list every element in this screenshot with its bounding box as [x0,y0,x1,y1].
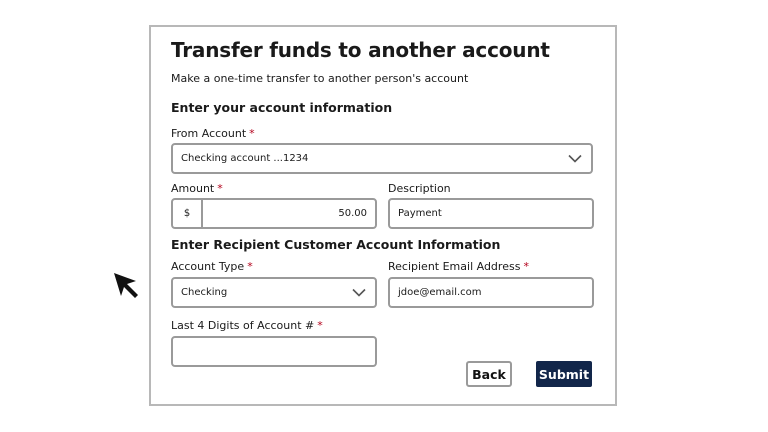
amount-value: 50.00 [338,208,367,219]
recipient-email-label: Recipient Email Address * [388,260,529,273]
required-marker: * [317,319,323,332]
currency-prefix: $ [173,200,203,227]
from-account-label: From Account * [171,127,255,140]
from-account-value: Checking account ...1234 [181,153,309,164]
required-marker: * [247,260,253,273]
chevron-down-icon [352,288,366,297]
mouse-pointer-icon [114,273,138,298]
account-type-select[interactable]: Checking [171,277,377,308]
section-heading-account: Enter your account information [171,100,393,115]
last4-input[interactable] [171,336,377,367]
back-button[interactable]: Back [466,361,512,387]
description-label: Description [388,182,451,195]
submit-button[interactable]: Submit [536,361,592,387]
required-marker: * [523,260,529,273]
chevron-down-icon [568,154,582,163]
section-heading-recipient: Enter Recipient Customer Account Informa… [171,237,501,252]
recipient-email-input[interactable]: jdoe@email.com [388,277,594,308]
account-type-label: Account Type * [171,260,253,273]
amount-label: Amount * [171,182,223,195]
last4-label: Last 4 Digits of Account # * [171,319,323,332]
recipient-email-value: jdoe@email.com [398,287,482,298]
description-value: Payment [398,208,442,219]
from-account-select[interactable]: Checking account ...1234 [171,143,593,174]
page-subtitle: Make a one-time transfer to another pers… [171,72,469,85]
required-marker: * [249,127,255,140]
amount-input[interactable]: $ 50.00 [171,198,377,229]
account-type-value: Checking [181,287,228,298]
transfer-form-card: Transfer funds to another account Make a… [149,25,617,406]
page-title: Transfer funds to another account [171,38,550,62]
required-marker: * [217,182,223,195]
description-input[interactable]: Payment [388,198,594,229]
